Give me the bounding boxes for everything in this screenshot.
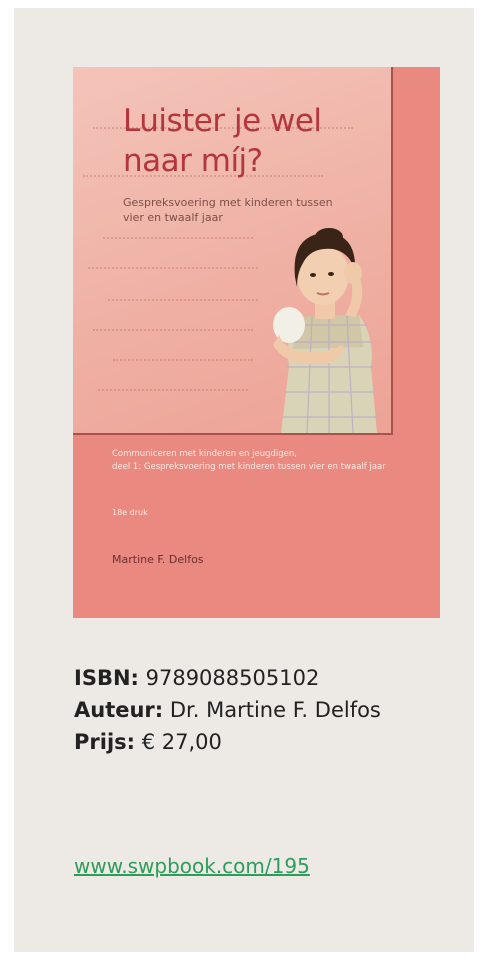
isbn-row: ISBN: 9789088505102 <box>74 662 454 694</box>
cover-artwork: Luister je wel naar míj? Gespreksvoering… <box>73 67 393 435</box>
cover-title: Luister je wel naar míj? <box>123 103 322 179</box>
cover-edition: 18e druk <box>112 508 148 517</box>
girl-illustration <box>273 228 377 433</box>
price-value: € 27,00 <box>141 730 222 754</box>
author-value: Dr. Martine F. Delfos <box>169 698 381 722</box>
isbn-value: 9789088505102 <box>145 666 320 690</box>
book-details: ISBN: 9789088505102 Auteur: Dr. Martine … <box>74 662 454 758</box>
author-label: Auteur: <box>74 698 164 722</box>
author-row: Auteur: Dr. Martine F. Delfos <box>74 694 454 726</box>
price-label: Prijs: <box>74 730 136 754</box>
book-cover-image[interactable]: Luister je wel naar míj? Gespreksvoering… <box>73 67 440 618</box>
cover-author: Martine F. Delfos <box>112 553 204 566</box>
book-link[interactable]: www.swpbook.com/195 <box>74 854 310 878</box>
price-row: Prijs: € 27,00 <box>74 726 454 758</box>
isbn-label: ISBN: <box>74 666 139 690</box>
cover-series-text: Communiceren met kinderen en jeugdigen, … <box>112 449 386 472</box>
book-card: Luister je wel naar míj? Gespreksvoering… <box>14 8 474 952</box>
